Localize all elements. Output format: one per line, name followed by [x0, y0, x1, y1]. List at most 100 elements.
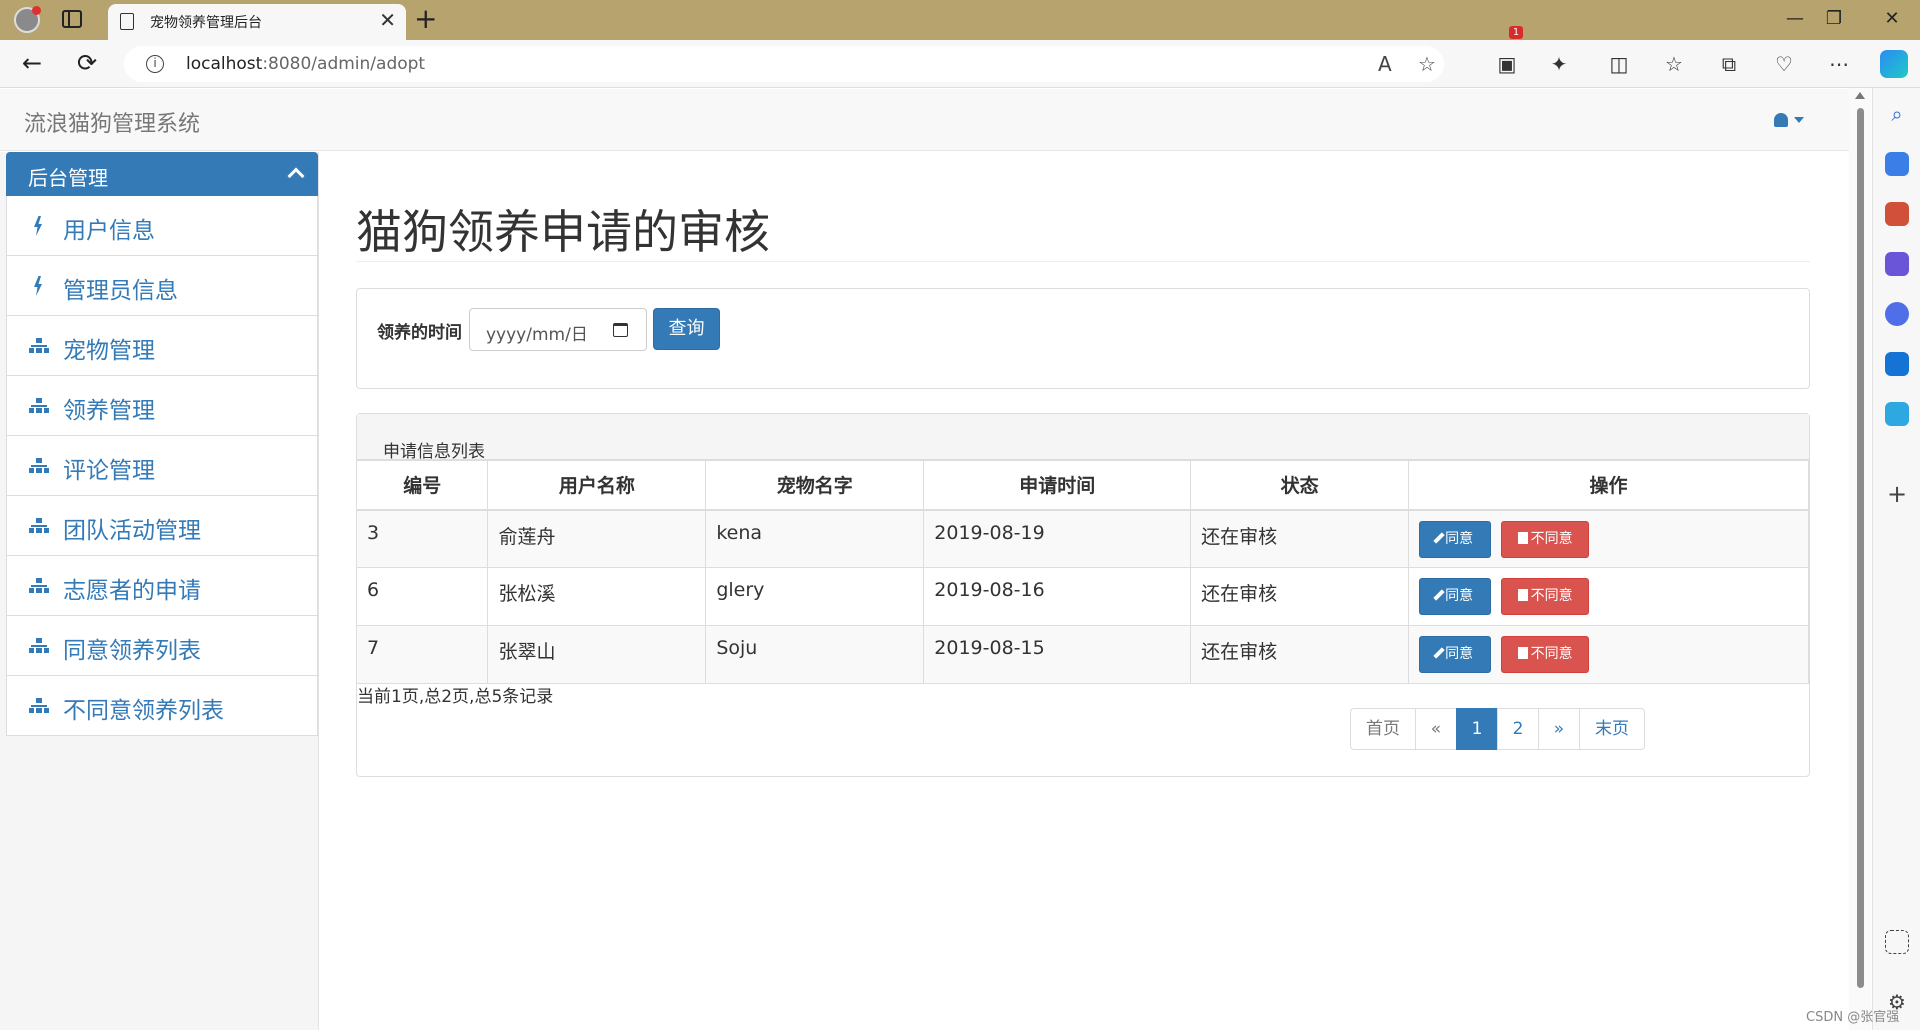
user-dropdown[interactable]: [1774, 109, 1804, 128]
profile-avatar-icon[interactable]: [14, 6, 41, 33]
microsoft-365-icon[interactable]: [1885, 302, 1909, 326]
pagination-last[interactable]: 末页: [1579, 708, 1645, 750]
site-info-icon[interactable]: i: [146, 55, 164, 73]
sidebar-item-comment-management[interactable]: 评论管理: [6, 436, 318, 496]
shopping-tag-icon[interactable]: [1885, 152, 1909, 176]
search-icon[interactable]: ⌕: [1885, 102, 1909, 126]
pagination-first[interactable]: 首页: [1350, 708, 1416, 750]
collections-icon[interactable]: ⧉: [1716, 52, 1742, 76]
tab-actions-icon[interactable]: [62, 10, 82, 28]
cell-user: 张松溪: [487, 567, 707, 626]
minimize-button[interactable]: —: [1775, 8, 1815, 29]
favorite-star-icon[interactable]: ☆: [1418, 52, 1436, 76]
outlook-icon[interactable]: [1885, 352, 1909, 376]
agree-button[interactable]: 同意: [1419, 578, 1492, 615]
read-aloud-icon[interactable]: A: [1378, 52, 1392, 76]
sidebar-item-label: 用户信息: [63, 218, 155, 244]
page-scrollbar[interactable]: [1849, 88, 1871, 1030]
split-screen-icon[interactable]: ◫: [1606, 52, 1632, 76]
maximize-button[interactable]: ❐: [1814, 8, 1854, 29]
extension-badge: 1: [1509, 26, 1523, 39]
sidebar-item-label: 团队活动管理: [63, 518, 201, 544]
pagination-next[interactable]: »: [1538, 708, 1580, 750]
screenshot-icon[interactable]: [1885, 930, 1909, 954]
pagination-page-2[interactable]: 2: [1497, 708, 1539, 750]
add-icon[interactable]: +: [1885, 482, 1909, 506]
brand-title[interactable]: 流浪猫狗管理系统: [24, 106, 200, 138]
date-input[interactable]: yyyy/mm/日: [469, 308, 647, 351]
trash-icon: [1517, 589, 1528, 601]
tab-close-icon[interactable]: ✕: [379, 9, 396, 31]
agree-button[interactable]: 同意: [1419, 636, 1492, 673]
sidebar-item-user-info[interactable]: 用户信息: [6, 196, 318, 256]
sidebar-item-label: 管理员信息: [63, 278, 178, 304]
sidebar-item-pet-management[interactable]: 宠物管理: [6, 316, 318, 376]
sidebar: 后台管理 用户信息 管理员信息 宠物管理 领养管理 评论管理 团队活动管理 志愿…: [0, 152, 319, 1030]
more-menu-icon[interactable]: ⋯: [1826, 52, 1852, 76]
pagination-page-1[interactable]: 1: [1456, 708, 1498, 750]
cell-actions: 同意 不同意: [1408, 567, 1809, 626]
top-navbar: 流浪猫狗管理系统: [0, 89, 1849, 151]
sitemap-icon: [29, 576, 49, 596]
sidebar-item-adoption-management[interactable]: 领养管理: [6, 376, 318, 436]
trash-icon: [1517, 647, 1528, 659]
reject-button[interactable]: 不同意: [1501, 520, 1590, 558]
reject-button[interactable]: 不同意: [1501, 636, 1590, 673]
cell-user: 俞莲舟: [487, 509, 707, 568]
column-header: 操作: [1408, 460, 1809, 511]
sidebar-item-rejected-list[interactable]: 不同意领养列表: [6, 676, 318, 736]
application-table-panel: 申请信息列表 编号 用户名称 宠物名字 申请时间 状态 操作 3 俞莲舟 ken…: [356, 413, 1810, 777]
extension-icon[interactable]: ▣: [1494, 52, 1520, 76]
cell-id: 6: [357, 567, 489, 626]
url-text[interactable]: localhost:8080/admin/adopt: [186, 54, 425, 74]
cell-date: 2019-08-19: [923, 509, 1192, 568]
cell-user: 张翠山: [487, 625, 707, 684]
address-bar[interactable]: i localhost:8080/admin/adopt A ☆: [124, 46, 1444, 82]
applications-table: 编号 用户名称 宠物名字 申请时间 状态 操作 3 俞莲舟 kena 2019-…: [357, 460, 1809, 684]
bolt-icon: [29, 216, 49, 236]
close-window-button[interactable]: ✕: [1872, 8, 1912, 29]
search-button[interactable]: 查询: [653, 308, 720, 350]
scrollbar-thumb[interactable]: [1857, 108, 1864, 988]
cell-status: 还在审核: [1190, 567, 1410, 626]
user-icon: [1774, 112, 1788, 127]
sidebar-item-volunteer-applications[interactable]: 志愿者的申请: [6, 556, 318, 616]
sidebar-item-approved-list[interactable]: 同意领养列表: [6, 616, 318, 676]
table-row: 7 张翠山 Soju 2019-08-15 还在审核 同意 不同意: [357, 625, 1809, 684]
sidebar-item-label: 不同意领养列表: [63, 698, 224, 724]
cell-pet: glery: [705, 567, 925, 626]
cell-date: 2019-08-15: [923, 625, 1192, 684]
table-header-row: 编号 用户名称 宠物名字 申请时间 状态 操作: [357, 460, 1809, 511]
sidebar-item-label: 评论管理: [63, 458, 155, 484]
pencil-icon: [1433, 647, 1445, 659]
sidebar-item-label: 同意领养列表: [63, 638, 201, 664]
calendar-icon[interactable]: [613, 323, 628, 337]
trash-icon: [1517, 531, 1528, 544]
games-icon[interactable]: [1885, 252, 1909, 276]
back-arrow-icon[interactable]: ←: [22, 49, 42, 77]
sidebar-item-team-activity[interactable]: 团队活动管理: [6, 496, 318, 556]
browser-tab[interactable]: 宠物领养管理后台 ✕: [108, 4, 406, 40]
sidebar-item-admin-info[interactable]: 管理员信息: [6, 256, 318, 316]
browser-essentials-icon[interactable]: ♡: [1771, 52, 1797, 76]
date-filter-label: 领养的时间: [377, 323, 462, 343]
pagination: 首页 « 1 2 » 末页: [1350, 708, 1645, 750]
favorites-icon[interactable]: ☆: [1661, 52, 1687, 76]
new-tab-button[interactable]: +: [414, 4, 437, 34]
page-info-text: 当前1页,总2页,总5条记录: [357, 687, 554, 707]
sitemap-icon: [29, 696, 49, 716]
table-panel-heading: 申请信息列表: [357, 414, 1809, 462]
refresh-icon[interactable]: ⟳: [77, 49, 97, 77]
browser-titlebar: 宠物领养管理后台 ✕ + — ❐ ✕: [0, 0, 1920, 40]
tools-toolbox-icon[interactable]: [1885, 202, 1909, 226]
pagination-prev[interactable]: «: [1415, 708, 1457, 750]
reject-button[interactable]: 不同意: [1501, 578, 1590, 615]
sidebar-item-label: 志愿者的申请: [63, 578, 201, 604]
scroll-up-arrow-icon[interactable]: [1855, 92, 1865, 99]
agree-button[interactable]: 同意: [1419, 520, 1492, 558]
copilot-icon[interactable]: [1880, 50, 1908, 78]
watermark-text: CSDN @张官强: [1806, 1010, 1900, 1025]
sidebar-header[interactable]: 后台管理: [6, 152, 318, 196]
extensions-puzzle-icon[interactable]: ✦: [1546, 52, 1572, 76]
send-icon[interactable]: [1885, 402, 1909, 426]
